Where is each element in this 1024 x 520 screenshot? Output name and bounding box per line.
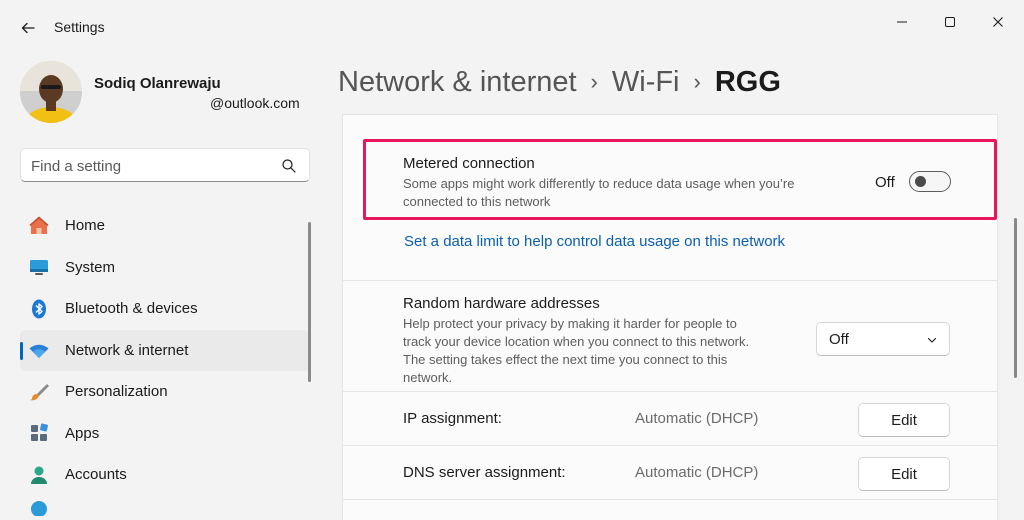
ip-assignment-row: IP assignment: Automatic (DHCP) Edit xyxy=(342,392,998,446)
sidebar-item-label: Accounts xyxy=(65,466,127,484)
accounts-icon xyxy=(28,464,50,486)
random-hardware-desc-2: track your device location when you conn… xyxy=(403,334,750,349)
sidebar-item-label: Home xyxy=(65,217,106,235)
sidebar-scrollbar[interactable] xyxy=(308,222,311,382)
chevron-down-icon xyxy=(927,337,937,343)
settings-content: Metered connection Some apps might work … xyxy=(342,114,998,520)
sidebar-item-partial[interactable] xyxy=(20,496,310,516)
sidebar-item-label: Personalization xyxy=(65,383,168,401)
user-email: @outlook.com xyxy=(210,95,300,111)
brush-icon xyxy=(28,381,50,403)
metered-connection-title: Metered connection xyxy=(403,155,535,172)
breadcrumb: Network & internet › Wi-Fi › RGG xyxy=(338,62,781,102)
sidebar-item-bluetooth[interactable]: Bluetooth & devices xyxy=(20,288,310,330)
apps-icon xyxy=(28,422,50,444)
dns-assignment-row: DNS server assignment: Automatic (DHCP) … xyxy=(342,446,998,500)
metered-connection-toggle[interactable] xyxy=(909,171,951,192)
system-icon xyxy=(28,256,50,278)
back-button[interactable] xyxy=(14,14,42,42)
breadcrumb-wifi[interactable]: Wi-Fi xyxy=(612,66,680,99)
ssid-row-partial xyxy=(342,500,998,520)
metered-toggle-state: Off xyxy=(875,174,895,191)
random-hardware-title: Random hardware addresses xyxy=(403,295,600,312)
sidebar-item-label: Bluetooth & devices xyxy=(65,300,198,318)
app-title: Settings xyxy=(54,19,105,35)
time-language-icon xyxy=(28,498,50,516)
title-bar: Settings xyxy=(0,0,1024,56)
sidebar-item-apps[interactable]: Apps xyxy=(20,413,310,455)
toggle-knob xyxy=(915,176,926,187)
content-scrollbar[interactable] xyxy=(1014,218,1017,378)
search-input[interactable] xyxy=(31,156,271,176)
dns-assignment-label: DNS server assignment: xyxy=(403,464,566,481)
metered-connection-card: Metered connection Some apps might work … xyxy=(342,114,998,280)
avatar[interactable] xyxy=(20,61,82,123)
minimize-button[interactable] xyxy=(882,8,922,36)
maximize-icon xyxy=(945,17,955,27)
dns-edit-button[interactable]: Edit xyxy=(858,457,950,491)
dns-assignment-value: Automatic (DHCP) xyxy=(635,464,759,481)
sidebar-item-accounts[interactable]: Accounts xyxy=(20,454,310,496)
page-title: RGG xyxy=(714,65,781,98)
search-box[interactable] xyxy=(20,148,310,182)
maximize-button[interactable] xyxy=(930,8,970,36)
active-indicator xyxy=(20,341,23,360)
back-arrow-icon xyxy=(21,22,35,34)
sidebar-item-label: Apps xyxy=(65,424,100,442)
home-icon xyxy=(28,215,50,237)
ip-assignment-label: IP assignment: xyxy=(403,410,502,427)
random-hardware-dropdown[interactable]: Off xyxy=(816,322,950,356)
user-photo-icon xyxy=(20,61,82,123)
bluetooth-icon xyxy=(28,298,50,320)
dropdown-value: Off xyxy=(829,331,849,348)
data-limit-link[interactable]: Set a data limit to help control data us… xyxy=(404,233,785,250)
sidebar-item-home[interactable]: Home xyxy=(20,205,310,247)
random-hardware-desc-4: network. xyxy=(403,370,453,385)
sidebar-item-system[interactable]: System xyxy=(20,247,310,289)
user-name: Sodiq Olanrewaju xyxy=(94,75,221,92)
metered-connection-desc-1: Some apps might work differently to redu… xyxy=(403,176,795,191)
close-icon xyxy=(993,17,1003,27)
ip-edit-button[interactable]: Edit xyxy=(858,403,950,437)
breadcrumb-network[interactable]: Network & internet xyxy=(338,66,577,99)
wifi-icon xyxy=(28,339,50,361)
sidebar-item-label: Network & internet xyxy=(65,341,189,359)
chevron-right-icon: › xyxy=(693,69,701,94)
minimize-icon xyxy=(897,21,907,23)
sidebar-nav: Home System Bluetooth & devices Network … xyxy=(20,205,310,516)
search-icon[interactable] xyxy=(281,158,297,174)
ip-assignment-value: Automatic (DHCP) xyxy=(635,410,759,427)
sidebar-item-label: System xyxy=(65,258,116,276)
close-button[interactable] xyxy=(978,8,1018,36)
random-hardware-desc-3: The setting takes effect the next time y… xyxy=(403,352,728,367)
random-hardware-card: Random hardware addresses Help protect y… xyxy=(342,280,998,392)
chevron-right-icon: › xyxy=(590,69,598,94)
metered-connection-desc-2: connected to this network xyxy=(403,194,551,209)
sidebar-item-personalization[interactable]: Personalization xyxy=(20,371,310,413)
sidebar-item-network[interactable]: Network & internet xyxy=(20,329,310,371)
random-hardware-desc-1: Help protect your privacy by making it h… xyxy=(403,316,737,331)
